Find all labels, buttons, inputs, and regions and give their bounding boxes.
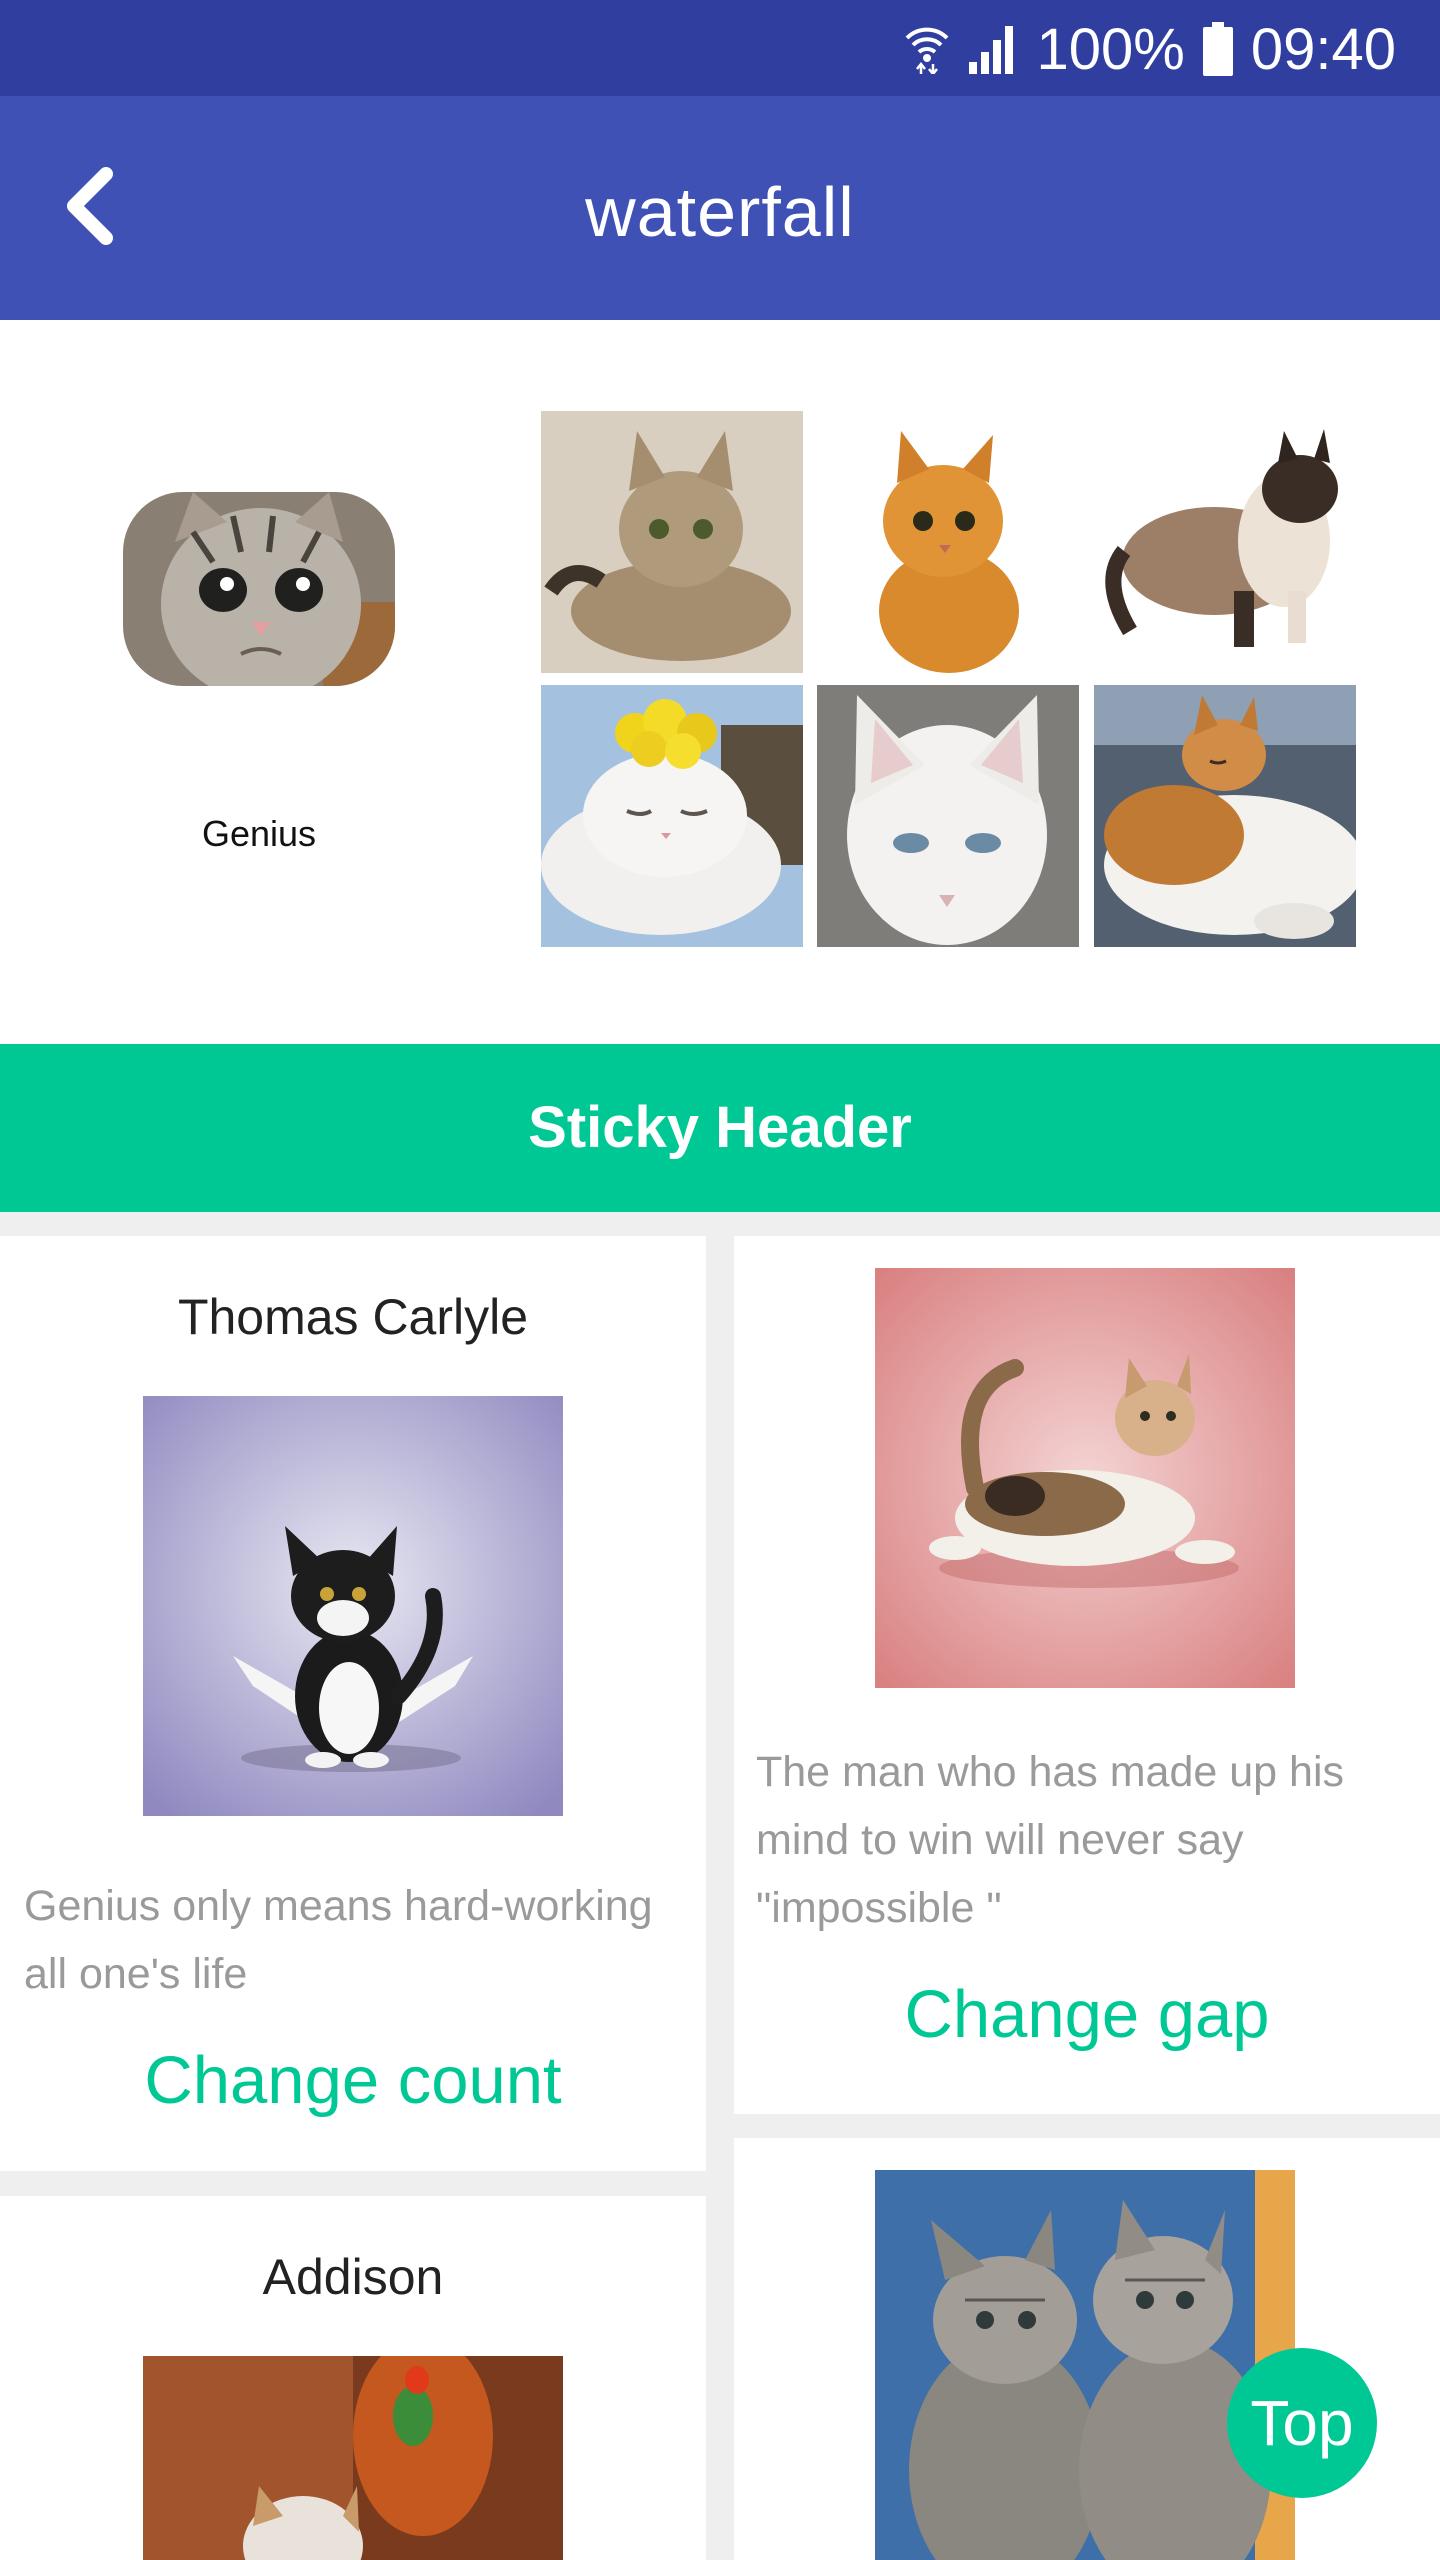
card-image [875,1268,1295,1688]
change-count-button[interactable]: Change count [0,2042,706,2119]
battery-icon [1202,22,1233,76]
cat-thumbnail[interactable] [1094,411,1356,673]
cat-thumbnail[interactable] [541,685,803,947]
header-section: Genius [0,320,1440,1044]
cat-thumbnail[interactable] [817,411,1079,673]
quote-card[interactable]: The man who has made up his mind to win … [734,1236,1440,2114]
avatar-label: Genius [201,813,317,854]
quote-card[interactable] [734,2138,1440,2560]
app-bar: waterfall [0,96,1440,320]
sticky-header: Sticky Header [0,1044,1440,1212]
status-bar: 100% 09:40 [0,0,1440,96]
avatar[interactable] [123,492,395,686]
card-image [143,2356,563,2560]
card-author: Thomas Carlyle [177,1289,529,1345]
battery-percent: 100% [1036,16,1185,82]
scroll-to-top-button[interactable]: Top [1227,2348,1377,2498]
wifi-icon [905,27,948,74]
cat-thumbnail[interactable] [541,411,803,673]
clock: 09:40 [1250,16,1396,82]
card-author: Addison [262,2249,444,2305]
cat-thumbnail[interactable] [1094,685,1356,947]
quote-card[interactable]: Thomas Carlyle Genius only means hard-wo… [0,1236,706,2171]
cat-thumbnail[interactable] [817,685,1079,947]
quote-card[interactable]: Addison [0,2196,706,2560]
change-gap-button[interactable]: Change gap [734,1976,1440,2053]
signal-icon [968,26,1013,74]
card-image [875,2170,1295,2560]
card-quote: The man who has made up his mind to win … [756,1748,1344,1932]
page-title: waterfall [585,173,855,251]
card-image [143,1396,563,1816]
card-quote: Genius only means hard-working all one's… [24,1882,653,1998]
